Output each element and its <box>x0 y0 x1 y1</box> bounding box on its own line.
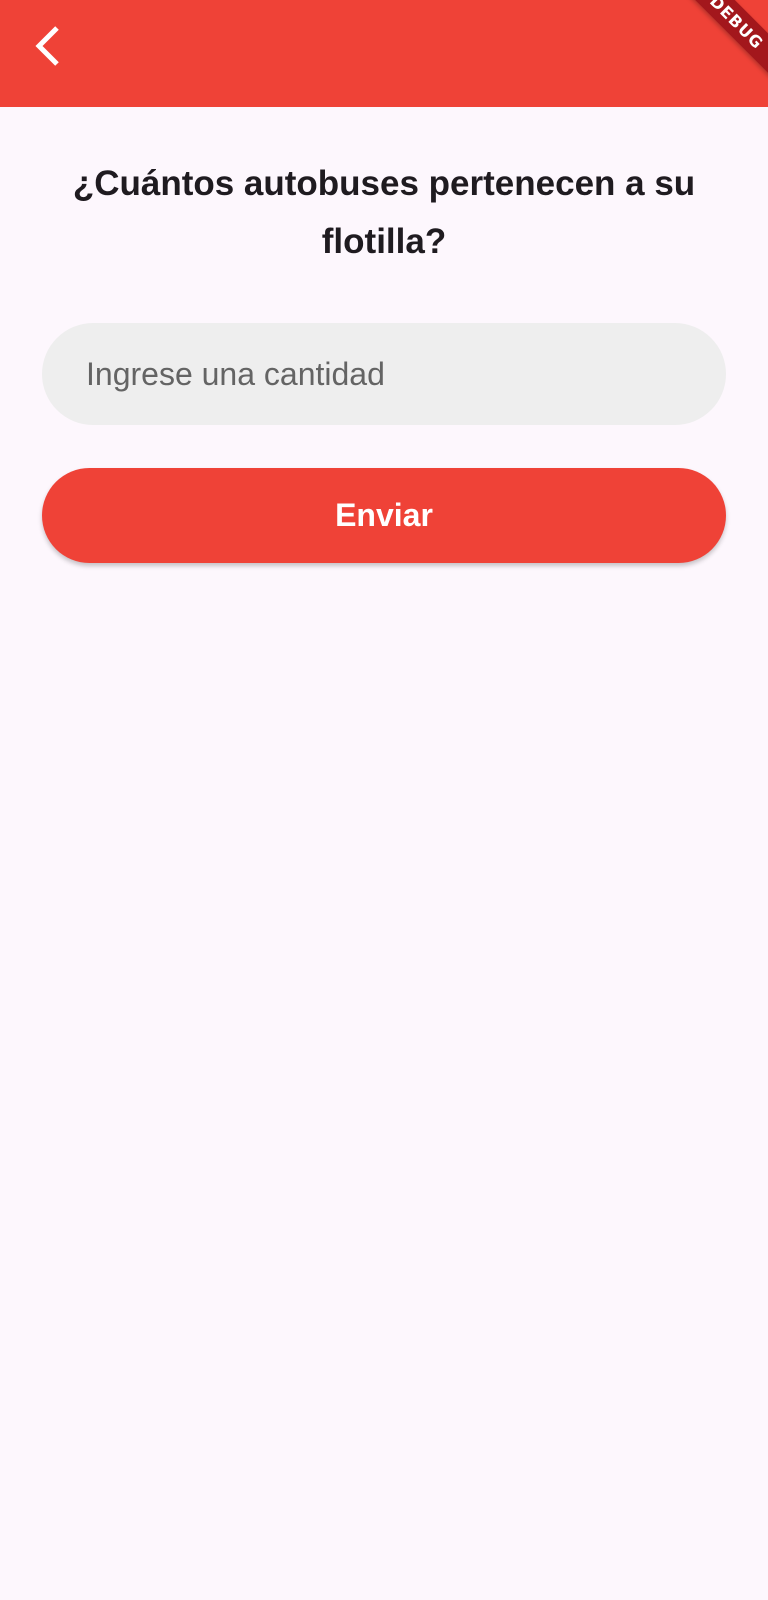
amount-input[interactable] <box>42 323 726 425</box>
back-button[interactable] <box>18 16 78 76</box>
debug-banner-label: DEBUG <box>706 0 768 53</box>
debug-banner: DEBUG <box>666 0 768 93</box>
main-content: ¿Cuántos autobuses pertenecen a su floti… <box>42 107 726 563</box>
app-bar: DEBUG <box>0 0 768 107</box>
page-title: ¿Cuántos autobuses pertenecen a su floti… <box>72 164 696 261</box>
submit-button[interactable]: Enviar <box>42 468 726 563</box>
chevron-left-icon <box>35 26 59 66</box>
